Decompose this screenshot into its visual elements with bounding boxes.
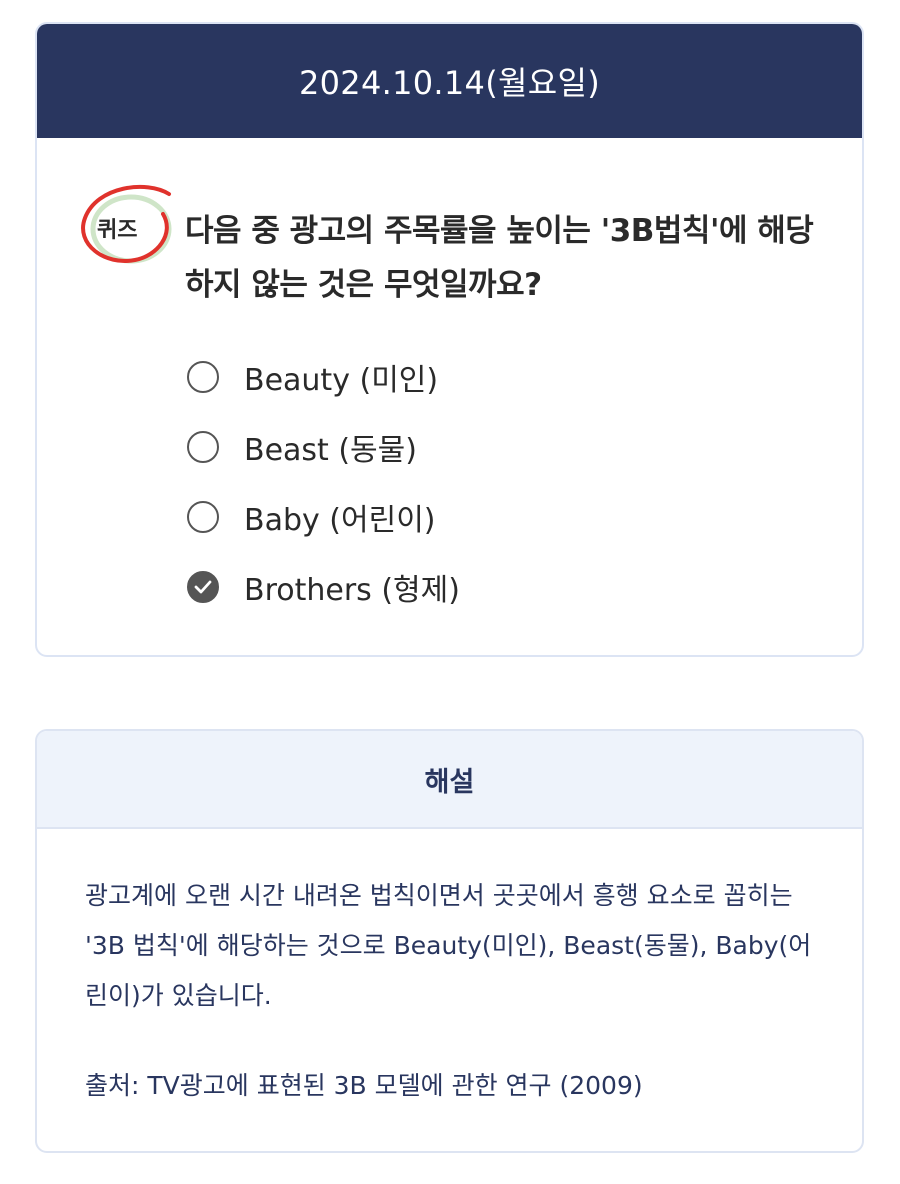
explanation-body: 광고계에 오랜 시간 내려온 법칙이면서 곳곳에서 흥행 요소로 꼽히는 '3B… (85, 871, 815, 1111)
quiz-card: 2024.10.14(월요일) 퀴즈 다음 중 광고의 주목률을 높이는 '3B… (35, 22, 864, 657)
explanation-title: 해설 (37, 731, 862, 829)
answer-options: Beauty (미인) Beast (동물) Baby (어린이) Brothe… (187, 342, 460, 622)
question-text: 다음 중 광고의 주목률을 높이는 '3B법칙'에 해당하지 않는 것은 무엇일… (185, 213, 814, 303)
quiz-date-header: 2024.10.14(월요일) (37, 24, 862, 138)
explanation-card: 해설 광고계에 오랜 시간 내려온 법칙이면서 곳곳에서 흥행 요소로 꼽히는 … (35, 729, 864, 1153)
checkmark-icon (194, 580, 212, 594)
option-label: Beauty (미인) (244, 363, 439, 398)
option-brothers[interactable]: Brothers (형제) (187, 552, 460, 622)
explanation-text: 광고계에 오랜 시간 내려온 법칙이면서 곳곳에서 흥행 요소로 꼽히는 '3B… (85, 881, 812, 1010)
radio-unchecked-icon[interactable] (187, 361, 219, 393)
option-baby[interactable]: Baby (어린이) (187, 482, 460, 552)
option-label: Baby (어린이) (244, 503, 436, 538)
option-label: Brothers (형제) (244, 573, 460, 608)
radio-checked-icon[interactable] (187, 571, 219, 603)
option-beauty[interactable]: Beauty (미인) (187, 342, 460, 412)
option-beast[interactable]: Beast (동물) (187, 412, 460, 482)
radio-unchecked-icon[interactable] (187, 431, 219, 463)
option-label: Beast (동물) (244, 433, 417, 468)
quiz-badge-label: 퀴즈 (97, 218, 138, 243)
explanation-source: 출처: TV광고에 표현된 3B 모델에 관한 연구 (2009) (85, 1071, 643, 1100)
radio-unchecked-icon[interactable] (187, 501, 219, 533)
quiz-badge: 퀴즈 (77, 184, 177, 266)
